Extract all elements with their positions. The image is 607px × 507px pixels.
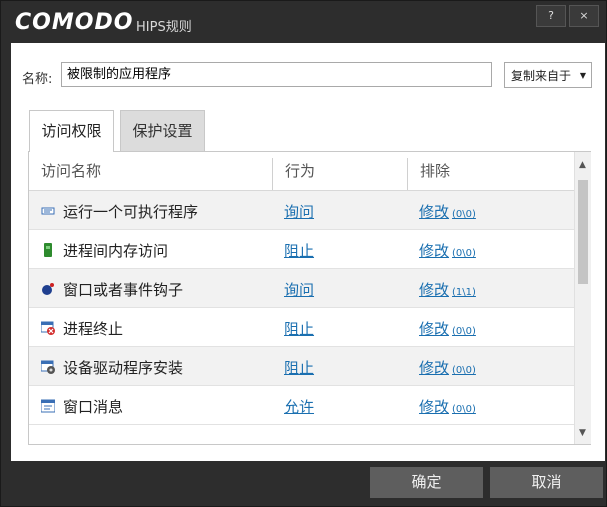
help-button[interactable]: ? — [536, 5, 566, 27]
scroll-down-icon[interactable]: ▼ — [579, 428, 586, 438]
vertical-scrollbar[interactable]: ▲ ▼ — [574, 152, 591, 444]
table-row[interactable]: 设备驱动程序安装 阻止 修改 (0\0) — [29, 347, 574, 386]
modify-link[interactable]: 修改 (0\0) — [419, 357, 476, 378]
executable-icon — [41, 207, 55, 215]
table-row[interactable]: 窗口消息 允许 修改 (0\0) — [29, 386, 574, 425]
window-message-icon — [41, 399, 55, 413]
process-terminate-icon — [41, 321, 55, 335]
modify-link[interactable]: 修改 (0\0) — [419, 201, 476, 222]
scroll-up-icon[interactable]: ▲ — [579, 160, 586, 170]
name-input[interactable]: 被限制的应用程序 — [61, 62, 492, 87]
hips-rule-dialog: COMODO HIPS规则 ? × 名称: 被限制的应用程序 复制来自于 ▼ 访… — [0, 0, 607, 507]
action-link[interactable]: 阻止 — [284, 240, 314, 261]
table-row[interactable]: 进程终止 阻止 修改 (0\0) — [29, 308, 574, 347]
table-row[interactable]: 窗口或者事件钩子 询问 修改 (1\1) — [29, 269, 574, 308]
driver-install-icon — [41, 360, 55, 374]
hook-icon — [42, 283, 54, 295]
tab-protection-settings[interactable]: 保护设置 — [120, 110, 205, 152]
action-link[interactable]: 询问 — [284, 201, 314, 222]
column-divider — [272, 158, 273, 190]
cancel-button[interactable]: 取消 — [490, 467, 603, 498]
memory-icon — [44, 243, 52, 257]
modify-link[interactable]: 修改 (0\0) — [419, 318, 476, 339]
table-row[interactable]: 运行一个可执行程序 询问 修改 (0\0) — [29, 191, 574, 230]
modify-link[interactable]: 修改 (0\0) — [419, 240, 476, 261]
comodo-logo: COMODO — [15, 10, 134, 35]
copy-from-button[interactable]: 复制来自于 ▼ — [504, 62, 592, 88]
modify-link[interactable]: 修改 (0\0) — [419, 396, 476, 417]
access-name: 窗口消息 — [63, 398, 124, 416]
tab-access-rights[interactable]: 访问权限 — [29, 110, 114, 152]
table-row[interactable]: 进程间内存访问 阻止 修改 (0\0) — [29, 230, 574, 269]
access-name: 设备驱动程序安装 — [63, 359, 184, 377]
access-name: 运行一个可执行程序 — [63, 203, 199, 221]
chevron-down-icon: ▼ — [579, 71, 586, 80]
column-divider — [407, 158, 408, 190]
modify-link[interactable]: 修改 (1\1) — [419, 279, 476, 300]
column-header-exclude[interactable]: 排除 — [420, 152, 450, 190]
dialog-title: HIPS规则 — [136, 20, 192, 35]
access-name: 进程间内存访问 — [63, 242, 169, 260]
access-name: 窗口或者事件钩子 — [63, 281, 184, 299]
access-rights-panel: 访问名称 行为 排除 运行一个可执行程序 询问 修改 (0\0) 进程间内存访问… — [28, 151, 591, 445]
dialog-body: 名称: 被限制的应用程序 复制来自于 ▼ 访问权限 保护设置 访问名称 行为 排… — [11, 43, 605, 461]
action-link[interactable]: 允许 — [284, 396, 314, 417]
ok-button[interactable]: 确定 — [370, 467, 483, 498]
action-link[interactable]: 询问 — [284, 279, 314, 300]
access-name: 进程终止 — [63, 320, 124, 338]
action-link[interactable]: 阻止 — [284, 357, 314, 378]
table-header: 访问名称 行为 排除 — [29, 152, 574, 191]
scrollbar-thumb[interactable] — [578, 180, 588, 284]
dialog-footer: 确定 取消 — [1, 461, 606, 506]
name-label: 名称: — [22, 72, 53, 87]
close-button[interactable]: × — [569, 5, 599, 27]
column-header-action[interactable]: 行为 — [285, 152, 315, 190]
title-bar: COMODO HIPS规则 ? × — [1, 1, 606, 43]
column-header-name[interactable]: 访问名称 — [41, 152, 101, 190]
action-link[interactable]: 阻止 — [284, 318, 314, 339]
copy-from-label: 复制来自于 — [511, 69, 572, 83]
